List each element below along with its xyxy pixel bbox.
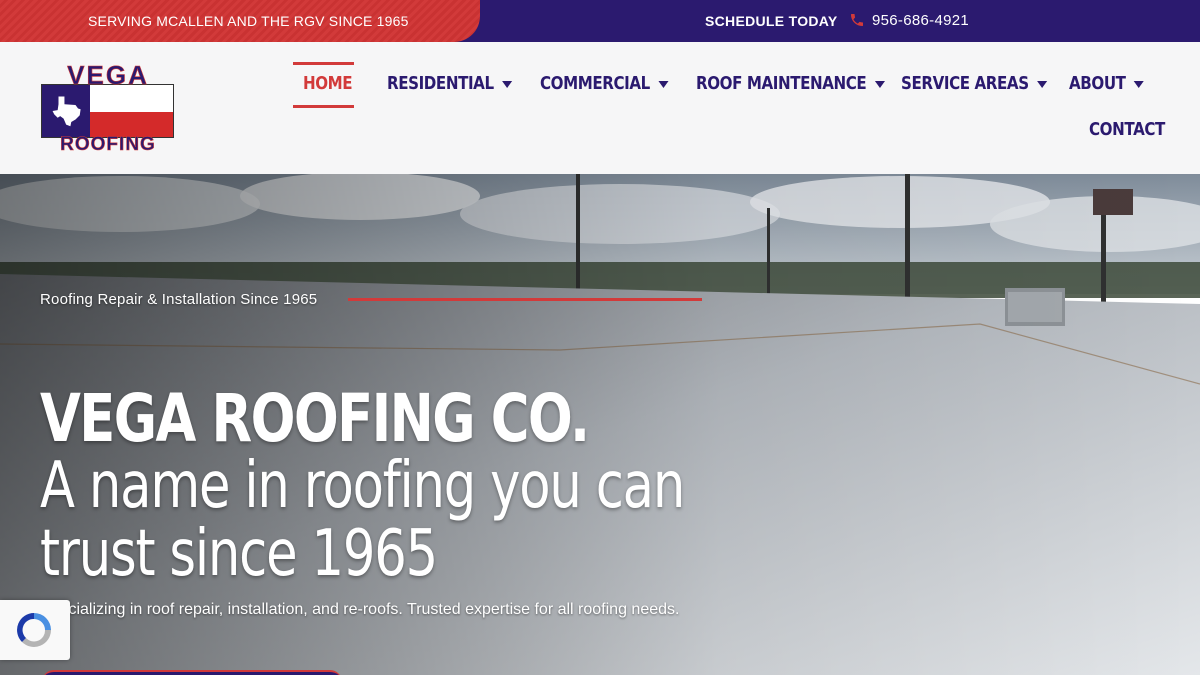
phone-number-link[interactable]: 956-686-4921: [872, 12, 969, 29]
nav-item-about[interactable]: ABOUT: [1069, 73, 1145, 94]
hero-cta-button[interactable]: [42, 670, 342, 675]
nav-item-residential-label: RESIDENTIAL: [387, 73, 494, 94]
texas-map-icon: [52, 96, 81, 127]
nav-item-service-areas[interactable]: SERVICE AREAS: [901, 73, 1048, 94]
chevron-down-icon: [658, 80, 669, 88]
site-header: VEGA ROOFING HOME RESIDENTIAL COMMERCIAL…: [0, 42, 1200, 174]
nav-item-commercial[interactable]: COMMERCIAL: [540, 73, 669, 94]
nav-item-roof-maintenance[interactable]: ROOF MAINTENANCE: [696, 73, 885, 94]
hero-subtitle: Roofing Repair & Installation Since 1965: [40, 291, 318, 308]
logo-wordmark-top: VEGA: [67, 60, 149, 91]
hero-title: VEGA ROOFING CO.: [40, 380, 590, 457]
top-bar: SERVING MCALLEN AND THE RGV SINCE 1965 S…: [0, 0, 1200, 42]
top-bar-red-panel: SERVING MCALLEN AND THE RGV SINCE 1965: [0, 0, 480, 42]
service-tagline: SERVING MCALLEN AND THE RGV SINCE 1965: [88, 13, 409, 29]
nav-item-home[interactable]: HOME: [303, 73, 353, 94]
phone-icon: [851, 14, 863, 26]
hero-description: Specializing in roof repair, installatio…: [40, 601, 680, 618]
nav-item-about-label: ABOUT: [1069, 73, 1126, 94]
chevron-down-icon: [502, 80, 513, 88]
texas-flag-icon: [41, 84, 174, 138]
recaptcha-badge[interactable]: [0, 600, 70, 660]
vega-roofing-logo[interactable]: VEGA ROOFING: [40, 60, 176, 156]
subtitle-accent-line: [348, 298, 702, 301]
nav-item-service-areas-label: SERVICE AREAS: [901, 73, 1029, 94]
logo-wordmark-bottom: ROOFING: [60, 134, 156, 156]
recaptcha-icon: [17, 613, 51, 647]
chevron-down-icon: [874, 80, 885, 88]
hero-tagline: A name in roofing you can trust since 19…: [40, 449, 685, 591]
hero-section: Roofing Repair & Installation Since 1965…: [0, 174, 1200, 675]
nav-item-contact[interactable]: CONTACT: [1089, 119, 1165, 140]
schedule-today-link[interactable]: SCHEDULE TODAY: [705, 13, 838, 29]
chevron-down-icon: [1037, 80, 1048, 88]
nav-item-roof-maintenance-label: ROOF MAINTENANCE: [696, 73, 867, 94]
nav-item-residential[interactable]: RESIDENTIAL: [387, 73, 513, 94]
chevron-down-icon: [1133, 80, 1145, 88]
nav-item-commercial-label: COMMERCIAL: [540, 73, 650, 94]
